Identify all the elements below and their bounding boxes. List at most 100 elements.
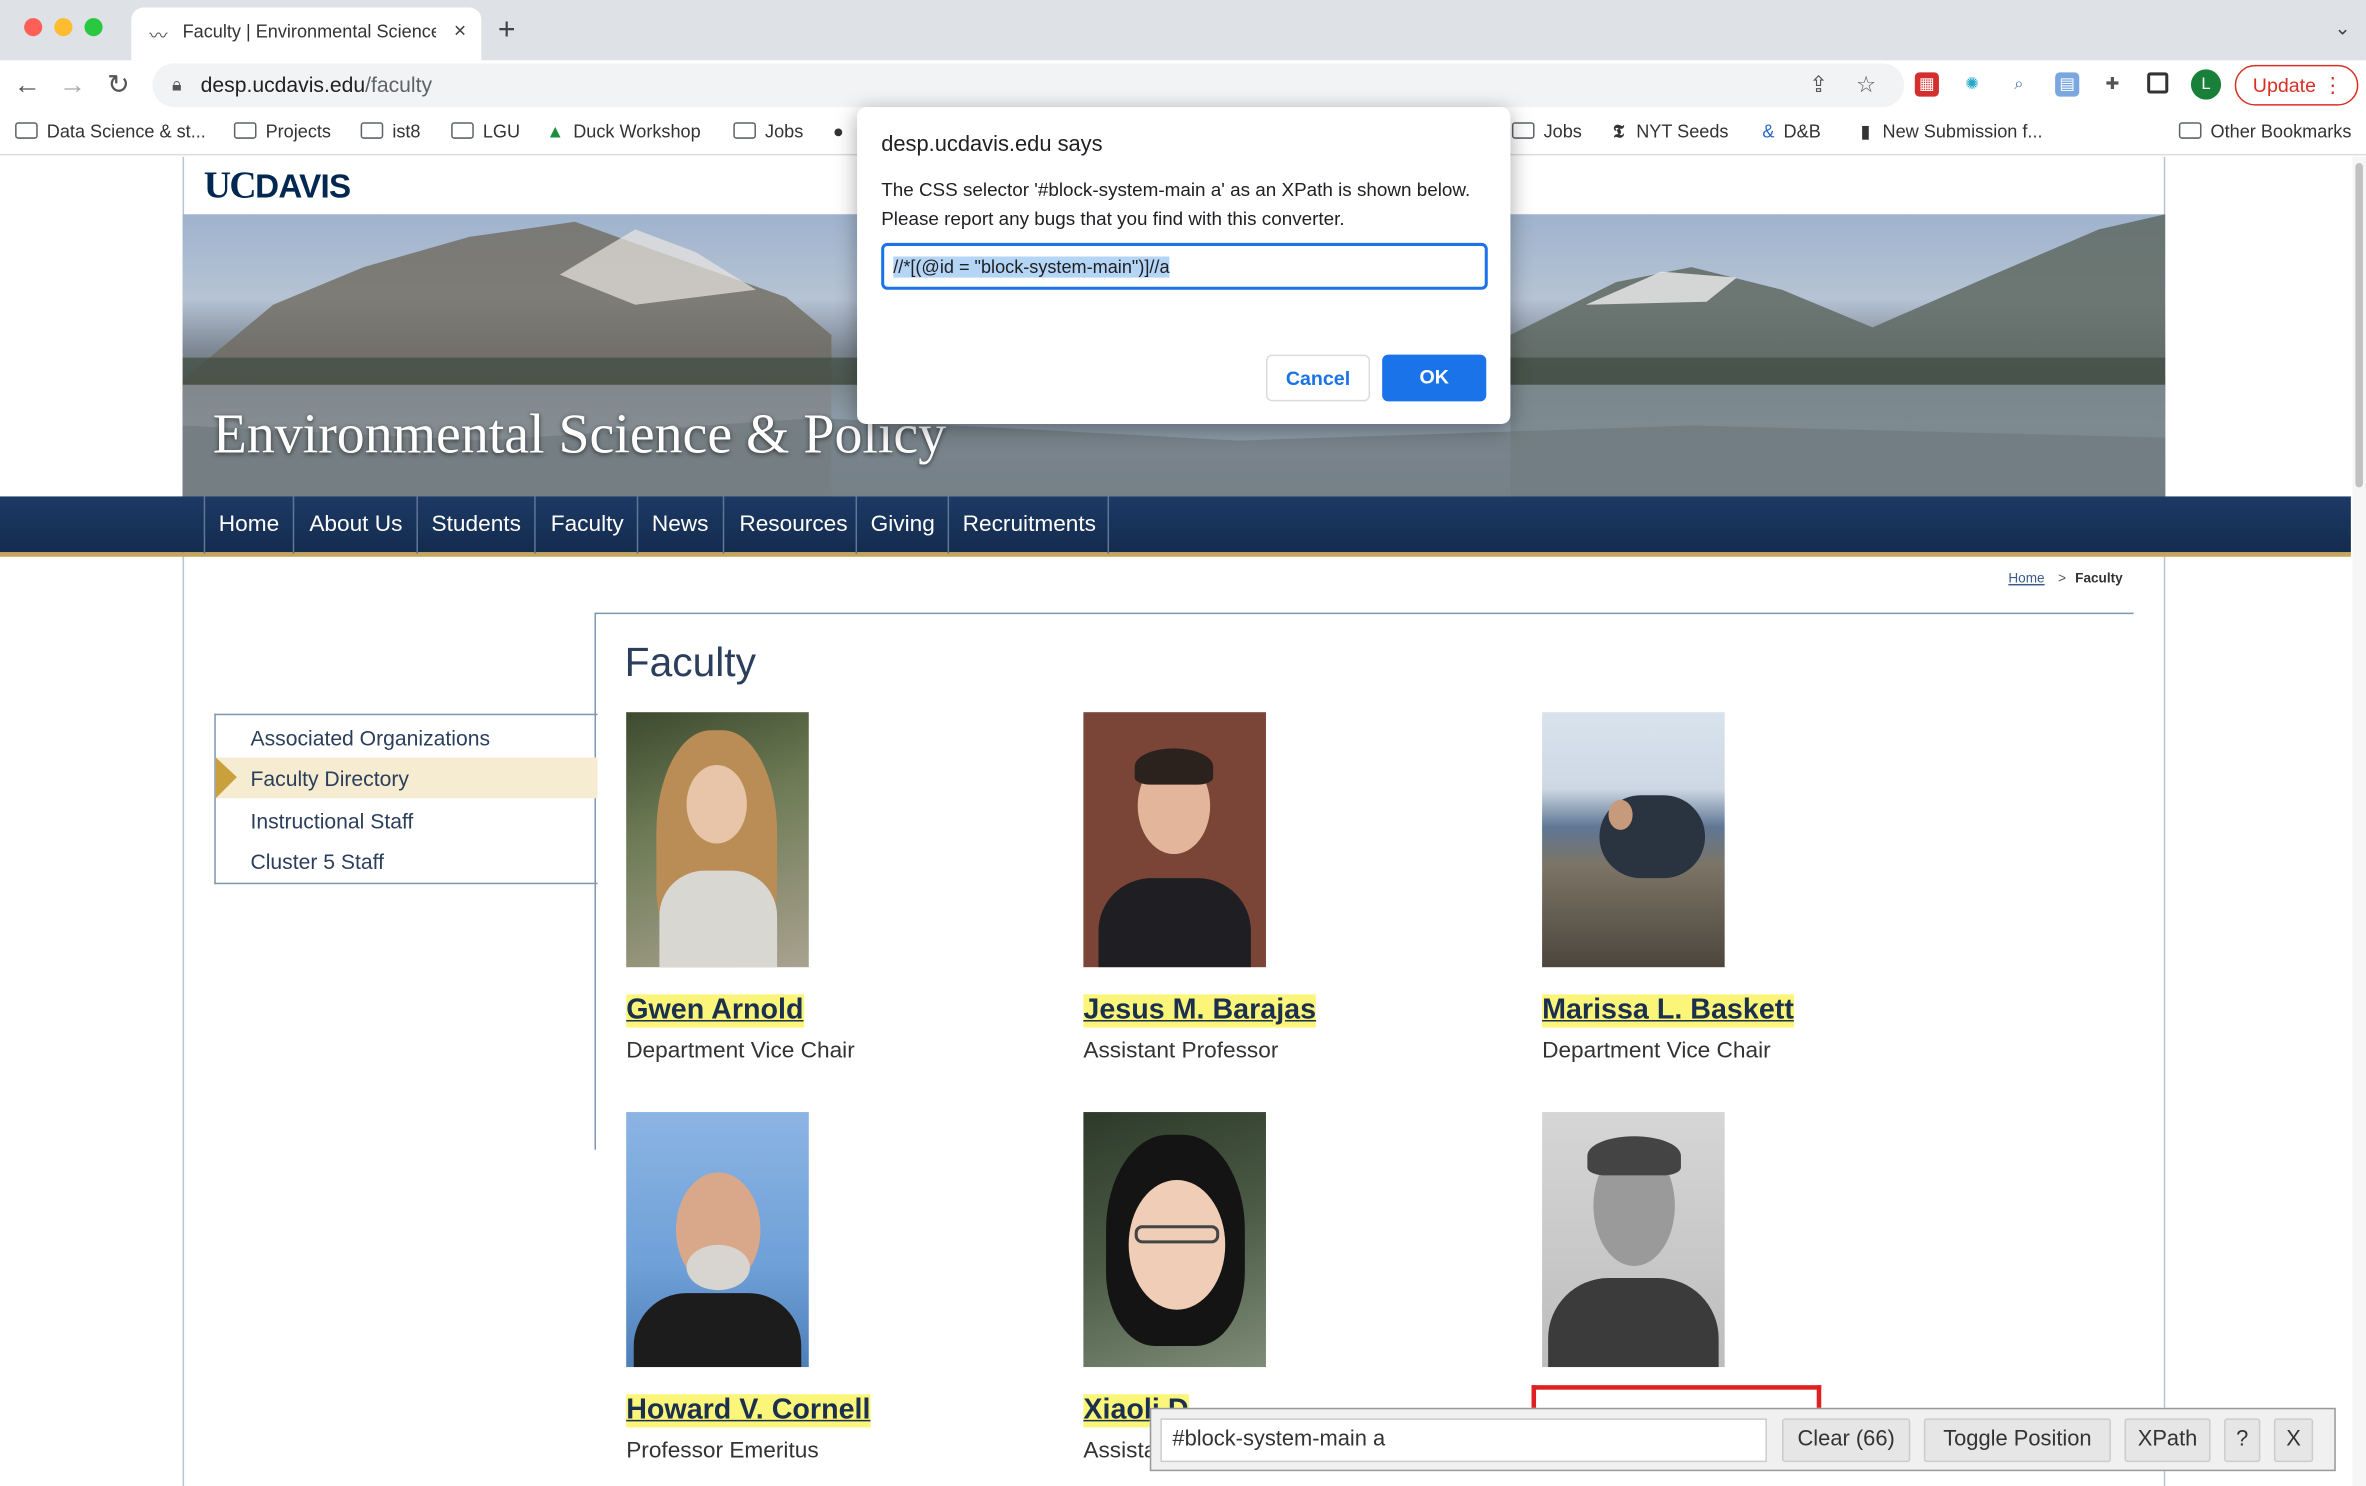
bookmark-jobs-2[interactable]: Jobs: [1511, 121, 1582, 142]
nav-home[interactable]: Home: [203, 496, 293, 554]
lock-icon: 🔒︎: [172, 73, 182, 96]
folder-icon: [2178, 122, 2202, 139]
ucdavis-logo[interactable]: UCDAVIS: [204, 166, 351, 208]
nav-students[interactable]: Students: [416, 496, 534, 554]
portrait-shirt: [1098, 878, 1251, 968]
tab-title: Faculty | Environmental Science & Policy: [182, 21, 437, 43]
ok-button[interactable]: OK: [1382, 354, 1487, 402]
faculty-name-link[interactable]: Marissa L. Baskett: [1542, 994, 1794, 1028]
xpath-input[interactable]: //*[(@id = "block-system-main")]//a: [881, 242, 1488, 290]
faculty-photo[interactable]: [1542, 1112, 1725, 1368]
github-bookmark-icon[interactable]: ●: [833, 121, 844, 142]
maximize-window-button[interactable]: [84, 18, 103, 37]
tab-search-chevron-icon[interactable]: ⌄: [2334, 17, 2350, 41]
portrait-face: [1608, 799, 1633, 830]
faculty-title: Assistant Professor: [1083, 1038, 1279, 1064]
nav-giving[interactable]: Giving: [855, 496, 948, 554]
active-tab[interactable]: 〰 Faculty | Environmental Science & Poli…: [131, 7, 482, 61]
bookmark-projects[interactable]: Projects: [233, 121, 331, 142]
portrait-hair: [1134, 748, 1214, 785]
sidebar-item-associated-organizations[interactable]: Associated Organizations: [216, 717, 598, 758]
nav-about-us[interactable]: About Us: [292, 496, 417, 554]
new-tab-button[interactable]: +: [498, 14, 516, 47]
breadcrumb-home-link[interactable]: Home: [2008, 570, 2044, 585]
minimize-window-button[interactable]: [54, 18, 73, 37]
site-title[interactable]: Environmental Science & Policy: [213, 403, 946, 468]
folder-icon: [1511, 122, 1535, 139]
main-navigation: Home About Us Students Faculty News Reso…: [0, 496, 2351, 557]
breadcrumb-current: Faculty: [2075, 570, 2123, 586]
bookmark-dnb[interactable]: & D&B: [1762, 121, 1820, 142]
tab-close-icon[interactable]: ×: [454, 18, 466, 42]
sidebar-item-cluster-5-staff[interactable]: Cluster 5 Staff: [216, 840, 598, 881]
bookmark-duck-workshop[interactable]: ▲ Duck Workshop: [546, 121, 700, 142]
folder-icon: [451, 122, 474, 139]
reload-icon[interactable]: ↻: [107, 68, 130, 101]
sidebar-menu: Associated Organizations Faculty Directo…: [214, 713, 598, 885]
xpath-button[interactable]: XPath: [2124, 1418, 2211, 1463]
folder-icon: [733, 122, 756, 139]
faculty-photo[interactable]: [1083, 1112, 1266, 1368]
tab-strip: 〰 Faculty | Environmental Science & Poli…: [0, 0, 2366, 61]
faculty-name-link[interactable]: Howard V. Cornell: [626, 1394, 871, 1428]
google-drive-icon: ▲: [546, 120, 565, 142]
kebab-menu-icon[interactable]: ⋮: [2322, 72, 2343, 98]
update-button[interactable]: Update ⋮: [2234, 64, 2359, 106]
xpath-selected-text: //*[(@id = "block-system-main")]//a: [893, 256, 1170, 278]
extension-react-icon[interactable]: ✺: [1960, 72, 1984, 96]
nav-faculty[interactable]: Faculty: [534, 496, 637, 554]
address-bar[interactable]: 🔒︎ desp.ucdavis.edu/faculty ⇪ ☆: [152, 63, 1905, 108]
bookmark-ist8[interactable]: ist8: [360, 121, 421, 142]
extension-red-icon[interactable]: ▦: [1914, 72, 1939, 97]
profile-avatar[interactable]: L: [2190, 69, 2222, 100]
portrait-shirt: [633, 1293, 802, 1368]
sidebar-item-instructional-staff[interactable]: Instructional Staff: [216, 800, 598, 841]
back-arrow-icon[interactable]: ←: [14, 68, 41, 101]
side-panel-icon[interactable]: [2147, 72, 2169, 94]
nav-recruitments[interactable]: Recruitments: [947, 496, 1110, 554]
nav-news[interactable]: News: [636, 496, 723, 554]
bookmark-jobs[interactable]: Jobs: [733, 121, 803, 142]
browser-toolbar: ← → ↻ 🔒︎ desp.ucdavis.edu/faculty ⇪ ☆ ▦ …: [0, 60, 2366, 111]
faculty-title: Assista: [1083, 1437, 1157, 1464]
nyt-icon: 𝕿: [1613, 120, 1625, 142]
close-window-button[interactable]: [24, 18, 43, 37]
glasses-icon: [1134, 1225, 1220, 1244]
faculty-photo[interactable]: [626, 712, 809, 968]
faculty-name-link[interactable]: Gwen Arnold: [626, 994, 804, 1028]
content-divider: [594, 612, 2134, 615]
selectorgadget-bar: #block-system-main a Clear (66) Toggle P…: [1149, 1407, 2336, 1472]
portrait-face: [1128, 1179, 1226, 1310]
extensions-puzzle-icon[interactable]: ✚: [2100, 72, 2124, 96]
bookmark-other[interactable]: Other Bookmarks: [2178, 121, 2351, 142]
bookmark-data-science[interactable]: Data Science & st...: [15, 121, 206, 142]
portrait-face: [686, 765, 747, 844]
forward-arrow-icon[interactable]: →: [59, 68, 86, 101]
folder-icon: [15, 122, 38, 139]
bookmark-lgu[interactable]: LGU: [451, 121, 520, 142]
share-icon[interactable]: ⇪: [1809, 71, 1828, 98]
bookmark-star-icon[interactable]: ☆: [1856, 71, 1876, 98]
bookmark-nyt-seeds[interactable]: 𝕿 NYT Seeds: [1613, 121, 1728, 144]
faculty-photo[interactable]: [1542, 712, 1725, 968]
clear-button[interactable]: Clear (66): [1782, 1418, 1911, 1463]
selector-input[interactable]: #block-system-main a: [1160, 1418, 1767, 1463]
sidebar-item-faculty-directory[interactable]: Faculty Directory: [215, 757, 598, 799]
portrait-shirt: [659, 870, 778, 968]
toggle-position-button[interactable]: Toggle Position: [1923, 1418, 2111, 1463]
faculty-name-link[interactable]: Jesus M. Barajas: [1083, 994, 1317, 1028]
bookmark-new-submission[interactable]: ▮ New Submission f...: [1860, 121, 2042, 142]
faculty-photo[interactable]: [1083, 712, 1266, 968]
nav-resources[interactable]: Resources: [722, 496, 856, 554]
close-button[interactable]: X: [2273, 1418, 2314, 1463]
cancel-button[interactable]: Cancel: [1265, 354, 1371, 402]
faculty-photo[interactable]: [626, 1112, 809, 1368]
faculty-title: Department Vice Chair: [1542, 1038, 1771, 1064]
extension-doc-icon[interactable]: ▤: [2055, 72, 2080, 97]
selectorgadget-extension-icon[interactable]: ⌕: [2007, 72, 2031, 96]
scrollbar-thumb[interactable]: [2355, 162, 2363, 488]
update-label: Update: [2252, 73, 2317, 97]
bookmark-icon: ▮: [1860, 120, 1871, 142]
help-button[interactable]: ?: [2224, 1418, 2261, 1463]
portrait-beard: [686, 1244, 750, 1291]
